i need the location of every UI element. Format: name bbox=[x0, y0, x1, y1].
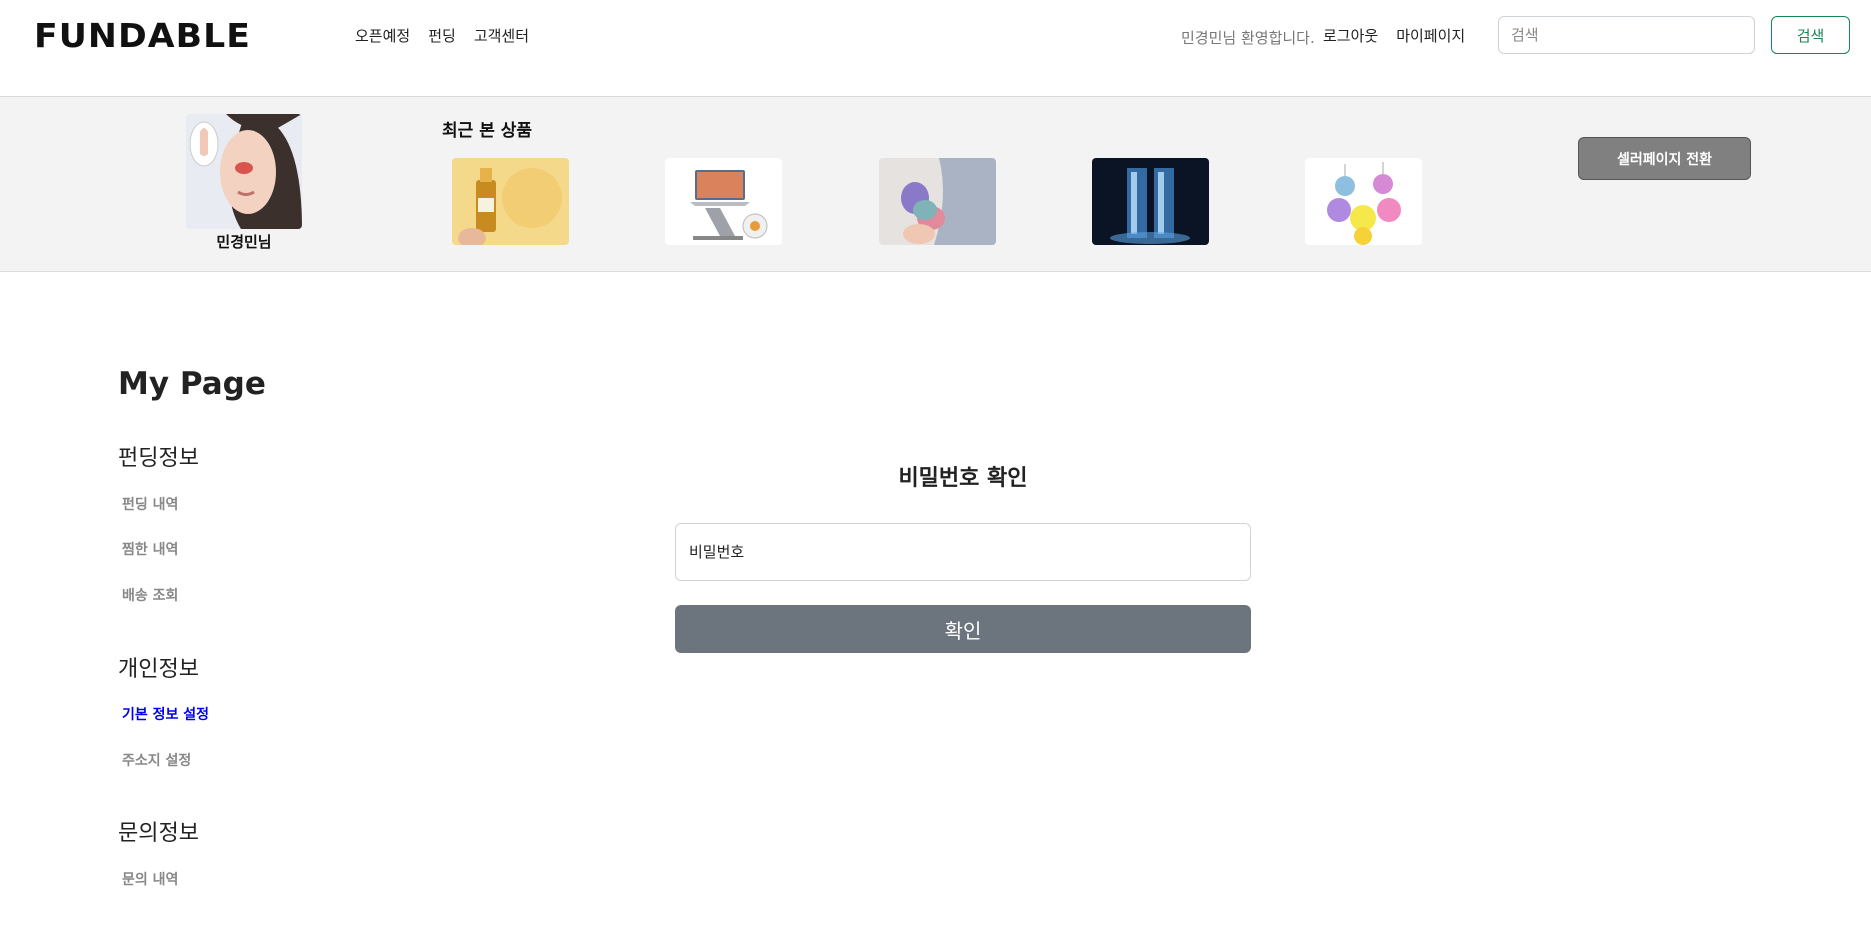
confirm-button[interactable]: 확인 bbox=[675, 605, 1251, 653]
profile-photo-illustration bbox=[186, 114, 302, 229]
recent-product-thumb-ice-glass[interactable] bbox=[1092, 158, 1209, 245]
password-input[interactable] bbox=[675, 523, 1251, 581]
password-confirm-title: 비밀번호 확인 bbox=[898, 466, 1028, 491]
sidebar-item-wishlist[interactable]: 찜한 내역 bbox=[122, 539, 178, 559]
sidebar-section-funding: 펀딩정보 bbox=[118, 446, 199, 471]
sidebar-section-inquiry: 문의정보 bbox=[118, 821, 199, 846]
header: FUNDABLE 오픈예정 펀딩 고객센터 민경민님 환영합니다. 로그아웃 마… bbox=[0, 0, 1871, 97]
recent-products-band: 민경민님 최근 본 상품 셀러페이지 전환 bbox=[0, 97, 1871, 272]
main-nav: 오픈예정 펀딩 고객센터 bbox=[355, 25, 529, 46]
recent-product-thumb-sponge[interactable] bbox=[879, 158, 996, 245]
sidebar-item-inquiry-history[interactable]: 문의 내역 bbox=[122, 869, 178, 889]
nav-upcoming[interactable]: 오픈예정 bbox=[355, 25, 410, 46]
recent-products-title: 최근 본 상품 bbox=[442, 121, 533, 141]
sidebar-item-delivery-tracking[interactable]: 배송 조회 bbox=[122, 585, 178, 605]
page-title: My Page bbox=[118, 366, 266, 402]
user-nav: 로그아웃 마이페이지 bbox=[1323, 25, 1465, 46]
logout-link[interactable]: 로그아웃 bbox=[1323, 25, 1378, 46]
logo[interactable]: FUNDABLE bbox=[34, 16, 251, 55]
nav-customer-center[interactable]: 고객센터 bbox=[474, 25, 529, 46]
recent-product-thumb-gummy-bear[interactable] bbox=[1305, 158, 1422, 245]
welcome-message: 민경민님 환영합니다. bbox=[1181, 29, 1315, 47]
profile-name: 민경민님 bbox=[216, 233, 272, 251]
search-input[interactable] bbox=[1498, 16, 1755, 54]
search-button[interactable]: 검색 bbox=[1771, 16, 1850, 54]
sidebar-item-basic-info[interactable]: 기본 정보 설정 bbox=[122, 704, 209, 724]
recent-product-thumb-laptop-stand[interactable] bbox=[665, 158, 782, 245]
recent-product-thumb-serum[interactable] bbox=[452, 158, 569, 245]
sidebar-item-funding-history[interactable]: 펀딩 내역 bbox=[122, 494, 178, 514]
mypage-link[interactable]: 마이페이지 bbox=[1396, 25, 1465, 46]
sidebar-item-address[interactable]: 주소지 설정 bbox=[122, 750, 191, 770]
sidebar-section-personal: 개인정보 bbox=[118, 657, 199, 682]
seller-page-switch-button[interactable]: 셀러페이지 전환 bbox=[1578, 137, 1751, 180]
profile-image bbox=[186, 114, 302, 229]
nav-funding[interactable]: 펀딩 bbox=[428, 25, 456, 46]
